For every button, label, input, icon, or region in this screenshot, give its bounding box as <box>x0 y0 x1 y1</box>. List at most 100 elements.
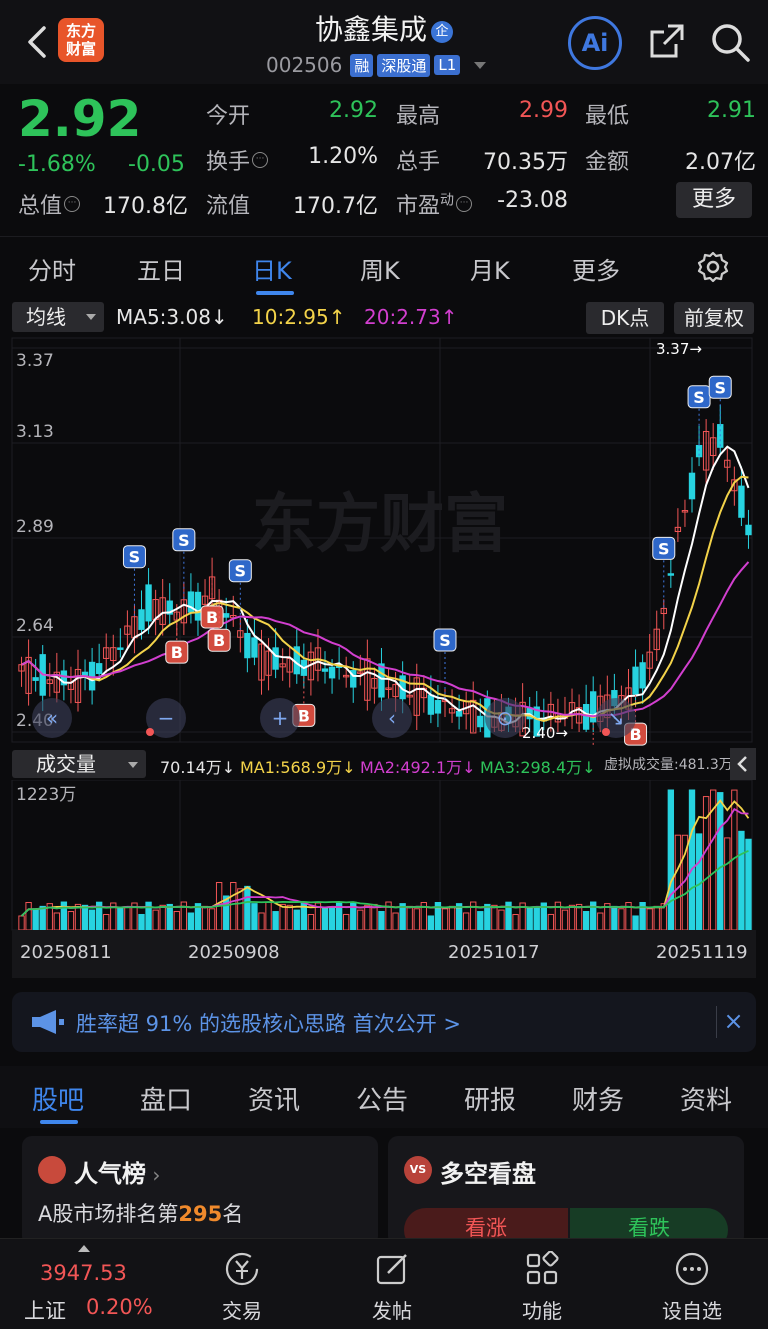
more-button[interactable]: 更多 <box>676 182 752 218</box>
tab-pankou[interactable]: 盘口 <box>140 1080 192 1117</box>
tab-finance[interactable]: 财务 <box>572 1080 624 1117</box>
nav-watchlist[interactable]: 设自选 <box>652 1251 732 1324</box>
volume-bar <box>53 912 60 931</box>
tab-news[interactable]: 资讯 <box>248 1080 300 1117</box>
volume-bar <box>582 910 590 931</box>
close-icon[interactable]: × <box>716 1006 750 1038</box>
tab-profile[interactable]: 资料 <box>680 1080 732 1117</box>
candle-body <box>639 662 646 689</box>
rank-text: A股市场排名第295名 <box>38 1202 244 1226</box>
signal-label: S <box>178 531 190 550</box>
ma5-value: MA5:3.08↓ <box>116 305 228 329</box>
turnover-label[interactable]: 换手 ··· <box>206 144 269 176</box>
info-icon[interactable]: ··· <box>456 196 473 212</box>
signal-label: B <box>206 608 218 627</box>
nav-post-label: 发帖 <box>372 1299 412 1323</box>
candle-body <box>95 663 103 675</box>
popularity-card[interactable]: 人气榜 › A股市场排名第295名 <box>22 1136 378 1246</box>
collapse-icon[interactable] <box>730 748 756 780</box>
tab-intraday[interactable]: 分时 <box>28 251 76 286</box>
nav-functions[interactable]: 功能 <box>502 1251 582 1324</box>
signal-label: S <box>714 378 726 397</box>
candle-body <box>138 609 145 630</box>
promo-banner[interactable]: 胜率超 91% 的选股核心思路 首次公开 > × <box>12 992 756 1052</box>
yen-icon <box>225 1252 259 1286</box>
chart-nav-icon: ⊙ <box>497 706 514 730</box>
volume-ma-line <box>20 807 749 917</box>
chevron-down-icon[interactable] <box>474 61 487 69</box>
tab-weekly-k[interactable]: 周K <box>360 251 400 286</box>
tab-monthly-k[interactable]: 月K <box>470 251 510 286</box>
chart-nav-icon: − <box>158 706 175 730</box>
rank-number: 295 <box>178 1202 223 1226</box>
tab-guba[interactable]: 股吧 <box>32 1080 84 1117</box>
volume-bar <box>18 915 25 931</box>
volume-bar <box>321 907 329 931</box>
stock-code: 002506 <box>266 53 343 77</box>
vol-ma3-value: MA3:298.4万↓ <box>480 758 596 777</box>
ma10-value: 10:2.95↑ <box>252 305 346 329</box>
signal-label: S <box>658 539 670 558</box>
volume-bar <box>674 834 682 931</box>
volume-bar <box>364 904 371 931</box>
nav-watchlist-label: 设自选 <box>662 1299 722 1323</box>
volume-bar <box>343 913 350 931</box>
info-icon[interactable]: ··· <box>64 196 81 212</box>
volume-label: 总手 <box>396 150 441 175</box>
vol-ma1-value: MA1:568.9万↓ <box>240 758 356 777</box>
turnover-value: 1.20% <box>308 144 378 169</box>
tab-five-day[interactable]: 五日 <box>137 251 185 286</box>
volume-bar <box>25 902 32 931</box>
nav-trade[interactable]: 交易 <box>202 1251 282 1324</box>
bull-bear-card[interactable]: VS 多空看盘 看涨 看跌 <box>388 1136 744 1246</box>
margin-tag: 融 <box>350 53 374 77</box>
expand-icon[interactable] <box>78 1245 90 1252</box>
index-value[interactable]: 3947.53 <box>40 1261 127 1285</box>
active-tab-indicator <box>256 291 294 295</box>
app-header: 东方 财富 协鑫集成企 002506 融 深股通 L1 Ai <box>0 0 768 84</box>
adjust-button[interactable]: 前复权 <box>674 302 754 334</box>
indicator-select[interactable]: 均线 <box>12 302 104 332</box>
volume-bar <box>392 912 399 931</box>
share-icon[interactable] <box>646 20 688 62</box>
banner-text[interactable]: 胜率超 91% 的选股核心思路 首次公开 > <box>76 1008 461 1038</box>
candle-body <box>328 666 336 679</box>
x-tick-label: 20250908 <box>188 942 280 963</box>
volume-bar <box>406 905 413 931</box>
volume-bar <box>448 905 456 931</box>
low-marker: 2.40→ <box>522 724 568 742</box>
marker-dot <box>146 728 154 736</box>
stock-subinfo[interactable]: 002506 融 深股通 L1 <box>266 52 487 78</box>
gear-icon[interactable] <box>696 250 730 284</box>
volume-bar <box>618 908 625 931</box>
pe-label[interactable]: 市盈动 ··· <box>396 188 473 220</box>
megaphone-icon <box>32 1010 64 1034</box>
volume-bar <box>187 912 195 931</box>
volume-bar <box>230 882 237 931</box>
candle-body <box>117 647 124 650</box>
volume-indicator-select[interactable]: 成交量 <box>12 750 146 778</box>
tab-research[interactable]: 研报 <box>464 1080 516 1117</box>
nav-post[interactable]: 发帖 <box>352 1251 432 1324</box>
volume-bar <box>378 911 385 931</box>
tab-announcements[interactable]: 公告 <box>356 1080 408 1117</box>
ai-button[interactable]: Ai <box>568 16 622 70</box>
dk-point-button[interactable]: DK点 <box>586 302 664 334</box>
tab-daily-k[interactable]: 日K <box>252 251 292 286</box>
tab-more[interactable]: 更多 <box>572 251 620 286</box>
volume-bar <box>39 905 46 931</box>
pe-type: 动 <box>440 192 455 209</box>
signal-label: B <box>213 631 225 650</box>
volume-chart[interactable]: 1223万 20250811 20250908 20251017 20251119 <box>0 780 768 980</box>
volume-bar <box>667 789 675 931</box>
search-icon[interactable] <box>708 20 752 64</box>
market-cap-label[interactable]: 总值 ··· <box>18 188 81 220</box>
volume-bar <box>258 912 265 931</box>
candlestick-chart[interactable]: 3.373.132.892.642.40东方财富3.37→2.40→SSSSSS… <box>0 336 768 746</box>
volume-bar <box>413 908 420 931</box>
watermark: 东方财富 <box>252 488 508 562</box>
info-icon[interactable]: ··· <box>252 152 269 168</box>
volume-bar <box>251 903 258 931</box>
volume-bar <box>103 913 110 931</box>
float-cap-label: 流值 <box>206 194 251 219</box>
